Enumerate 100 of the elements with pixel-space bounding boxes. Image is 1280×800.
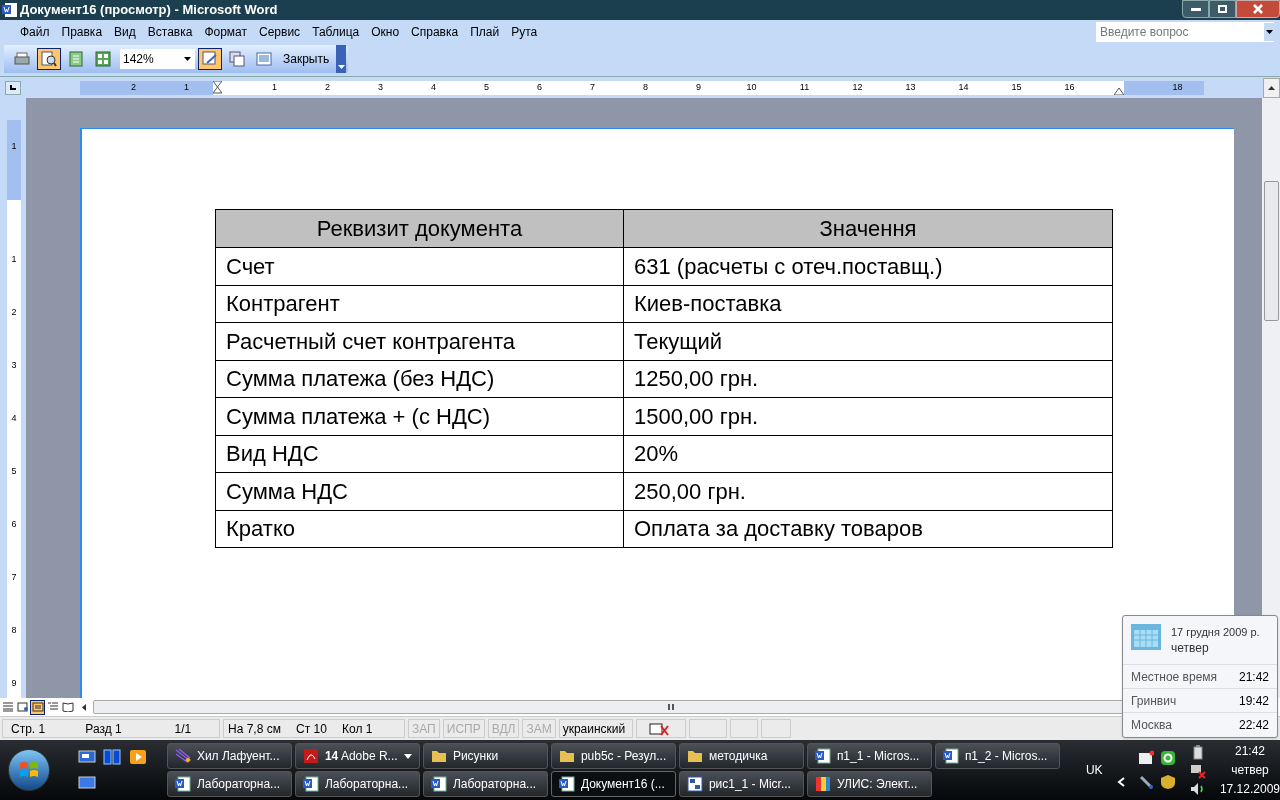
taskbar-button-label: методичка [708,748,768,765]
taskbar-button[interactable]: Лабораторна... [166,771,292,797]
language-indicator[interactable]: украинский [558,719,633,738]
table-cell: Сумма платежа (без НДС) [215,360,624,398]
menu-item[interactable]: Таблица [306,23,366,41]
restore-button[interactable] [1209,0,1236,18]
ruler-number: 4 [11,414,17,424]
clock-weekday[interactable]: четвер [1231,760,1269,780]
table-cell: Сумма НДС [215,472,624,510]
ruler-number: 6 [536,80,543,94]
network-disconnected-icon[interactable] [1189,763,1206,779]
left-arrow-icon [82,703,86,711]
table-cell: Киев-поставка [623,285,1113,323]
ruler-number: 7 [589,80,596,94]
table-cell: 1250,00 грн. [623,360,1113,398]
start-button[interactable] [8,749,50,791]
table-cell: Текущий [623,322,1113,360]
dropdown-icon[interactable] [183,56,193,62]
ruler-number: 15 [1010,80,1023,94]
scroll-thumb[interactable] [1263,181,1279,321]
scroll-up-button[interactable] [1263,77,1280,98]
document-icon [814,748,831,764]
shrink-tool-button[interactable] [198,48,222,70]
taskbar-button[interactable]: УЛИС: Элект... [806,771,932,797]
power-icon[interactable] [1190,744,1205,760]
menu-item[interactable]: Правка [55,23,109,41]
ruler-number: 7 [11,573,17,583]
normal-view-button[interactable] [0,699,15,715]
taskbar-button[interactable]: п1_1 - Micros... [806,743,932,769]
document-icon [942,748,959,764]
taskbar-button-label: УЛИС: Элект... [836,776,918,793]
book-icon[interactable] [103,749,122,765]
tab-selector-icon[interactable] [5,80,21,95]
app-icon [814,776,831,792]
web-view-button[interactable] [15,699,30,715]
clock-name: Местное время [1131,668,1218,686]
dropdown-icon[interactable] [1264,23,1274,41]
diagram-icon [686,776,703,792]
menu-item[interactable]: Вставка [141,23,199,41]
ruler-number: 9 [11,679,17,689]
taskbar-button[interactable]: Лабораторна... [294,771,420,797]
menu-item[interactable]: Окно [365,23,406,41]
pdf-icon [302,748,319,764]
print-view-button[interactable] [30,699,45,715]
network-icon[interactable] [1138,750,1155,766]
toolbar-options-icon[interactable] [336,45,347,73]
menu-item[interactable]: Файл [14,23,56,41]
menu-item[interactable]: Вид [108,23,142,41]
taskbar-button[interactable]: pub5c - Резул... [550,743,676,769]
close-icon [1253,4,1263,14]
menu-item[interactable]: Справка [405,23,465,41]
taskbar-button[interactable]: методичка [678,743,804,769]
table-cell: Расчетный счет контрагента [215,322,624,360]
taskbar-button[interactable]: п1_2 - Micros... [934,743,1060,769]
reading-view-button[interactable] [60,699,75,715]
ruler-number: 4 [430,80,437,94]
play-icon[interactable] [129,749,148,765]
folder-icon [558,748,575,764]
ruler-number: 2 [324,80,331,94]
popup-weekday: четвер [1171,640,1210,656]
ruler-number: 18 [1171,80,1184,94]
desktop-icon[interactable] [77,749,96,765]
input-language[interactable]: UK [1085,761,1103,779]
help-search-field[interactable]: Введите вопрос [1096,22,1274,42]
quill-icon [174,748,191,764]
taskbar-button[interactable]: Хил Лафуент... [166,743,292,769]
taskbar-button[interactable]: Документ16 (... [550,771,676,797]
ruler-number: 14 [957,80,970,94]
menu-item[interactable]: Плай [464,23,506,41]
clock-date[interactable]: 17.12.2009 [1219,779,1280,799]
ruler-number: 1 [11,142,17,151]
taskbar-button-label: Рисунки [452,748,499,765]
ruler-number: 3 [11,361,17,371]
table-cell: Кратко [215,510,624,548]
magnifier-tool-button[interactable] [37,48,61,70]
tray-app-icon[interactable] [1160,750,1177,766]
monitor-icon[interactable] [77,775,96,791]
expand-tray-icon[interactable] [1116,777,1125,787]
table-cell: Вид НДС [215,435,624,473]
clock-name: Гринвич [1131,692,1177,710]
close-preview-button[interactable]: Закрыть [279,48,334,70]
menu-item[interactable]: Рута [505,23,544,41]
folder-icon [686,748,703,764]
close-button[interactable] [1236,0,1280,18]
clock-time[interactable]: 21:42 [1234,741,1265,761]
zoom-field[interactable]: 142% [120,49,195,69]
menu-item[interactable]: Формат [198,23,254,41]
taskbar-button[interactable]: Лабораторна... [422,771,548,797]
help-search-input[interactable]: Введите вопрос [1096,23,1264,41]
taskbar-button[interactable]: Рисунки [422,743,548,769]
taskbar-button[interactable]: 14 Adobe R... [294,743,420,769]
zoom-value: 142% [122,51,155,68]
minimize-button[interactable] [1182,0,1209,18]
shield-icon[interactable] [1160,774,1177,790]
taskbar-button[interactable]: рис1_1 - Micr... [678,771,804,797]
spelling-status-icon[interactable] [635,719,686,738]
menu-item[interactable]: Сервис [253,23,307,41]
clock-time: 19:42 [1238,692,1269,710]
volume-icon[interactable] [1189,782,1206,796]
up-arrow-icon [1268,85,1275,90]
